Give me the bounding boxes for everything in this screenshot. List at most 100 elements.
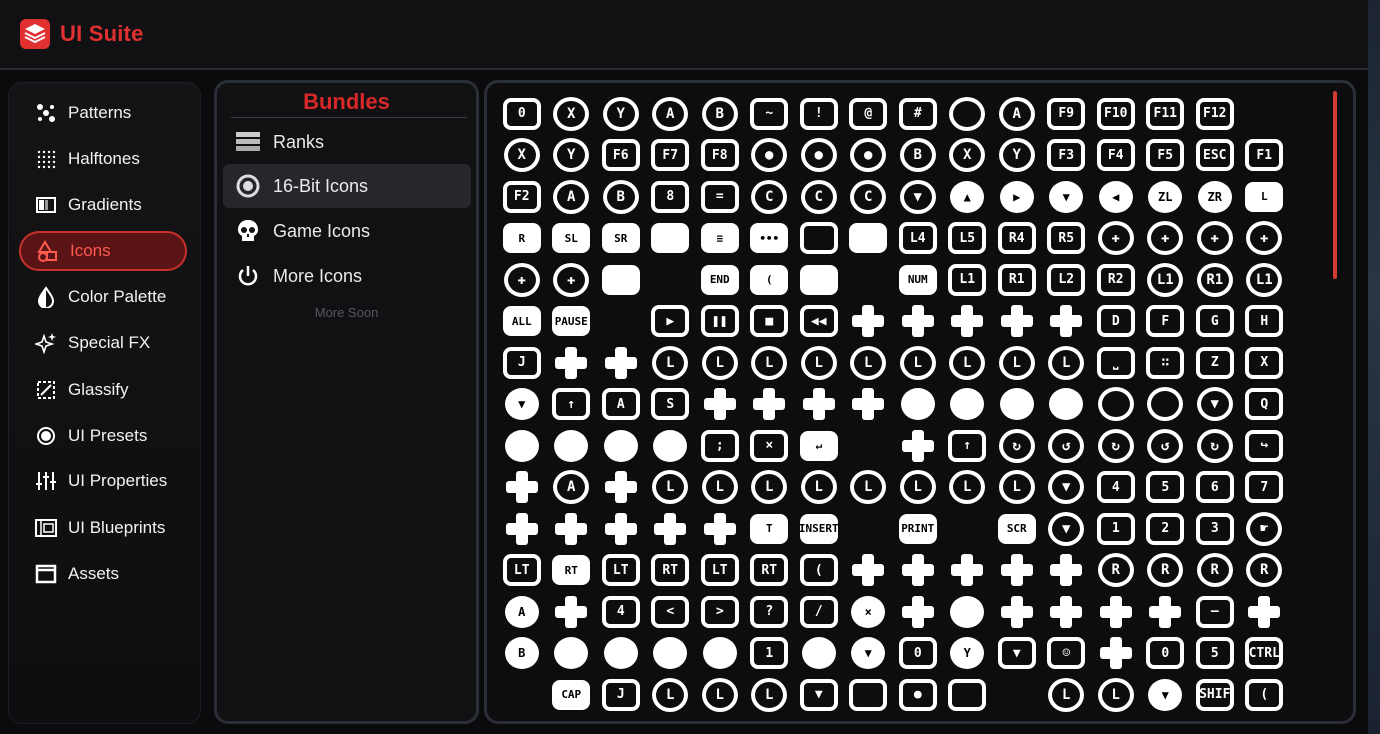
pixel-icon-tile[interactable]: S xyxy=(646,384,696,426)
pixel-icon-tile[interactable]: ☺ xyxy=(1042,633,1092,675)
pixel-icon-tile[interactable]: L xyxy=(646,674,696,716)
pixel-icon-tile[interactable]: L xyxy=(794,342,844,384)
pixel-icon-tile[interactable]: ✚ xyxy=(497,259,547,301)
pixel-icon-tile[interactable]: F11 xyxy=(1141,93,1191,135)
pixel-icon-tile[interactable] xyxy=(1091,633,1141,675)
pixel-icon-tile[interactable]: × xyxy=(745,425,795,467)
pixel-icon-tile[interactable]: ZR xyxy=(1190,176,1240,218)
pixel-icon-tile[interactable]: ↻ xyxy=(1190,425,1240,467)
sidebar-item-ui-presets[interactable]: UI Presets xyxy=(19,416,187,456)
pixel-icon-tile[interactable] xyxy=(844,218,894,260)
pixel-icon-tile[interactable]: L xyxy=(745,342,795,384)
pixel-icon-tile[interactable]: ? xyxy=(745,591,795,633)
pixel-icon-tile[interactable] xyxy=(695,508,745,550)
pixel-icon-tile[interactable]: ▼ xyxy=(1141,674,1191,716)
pixel-icon-tile[interactable]: ↺ xyxy=(1042,425,1092,467)
pixel-icon-tile[interactable] xyxy=(596,259,646,301)
pixel-icon-tile[interactable]: 1 xyxy=(1091,508,1141,550)
sidebar-item-patterns[interactable]: Patterns xyxy=(19,93,187,133)
pixel-icon-tile[interactable]: R xyxy=(1240,550,1290,592)
pixel-icon-tile[interactable] xyxy=(646,425,696,467)
pixel-icon-tile[interactable] xyxy=(844,508,894,550)
pixel-icon-tile[interactable]: G xyxy=(1190,301,1240,343)
pixel-icon-tile[interactable] xyxy=(1091,591,1141,633)
pixel-icon-tile[interactable] xyxy=(893,591,943,633)
pixel-icon-tile[interactable]: F xyxy=(1141,301,1191,343)
pixel-icon-tile[interactable] xyxy=(497,674,547,716)
pixel-icon-tile[interactable]: ZL xyxy=(1141,176,1191,218)
pixel-icon-tile[interactable]: — xyxy=(1190,591,1240,633)
pixel-icon-tile[interactable]: Y xyxy=(992,135,1042,177)
pixel-icon-tile[interactable] xyxy=(794,259,844,301)
pixel-icon-tile[interactable]: R xyxy=(1141,550,1191,592)
pixel-icon-tile[interactable]: ✚ xyxy=(1091,218,1141,260)
pixel-icon-tile[interactable]: ~ xyxy=(745,93,795,135)
pixel-icon-tile[interactable] xyxy=(844,384,894,426)
pixel-icon-tile[interactable]: PRINT xyxy=(893,508,943,550)
pixel-icon-tile[interactable]: B xyxy=(695,93,745,135)
pixel-icon-tile[interactable]: PAUSE xyxy=(547,301,597,343)
pixel-icon-tile[interactable]: 4 xyxy=(596,591,646,633)
pixel-icon-tile[interactable]: ◀◀ xyxy=(794,301,844,343)
pixel-icon-tile[interactable]: INSERT xyxy=(794,508,844,550)
pixel-icon-tile[interactable]: Y xyxy=(547,135,597,177)
pixel-icon-tile[interactable]: ▼ xyxy=(794,674,844,716)
pixel-icon-tile[interactable]: / xyxy=(794,591,844,633)
pixel-icon-tile[interactable]: F10 xyxy=(1091,93,1141,135)
sidebar-item-ui-properties[interactable]: UI Properties xyxy=(19,461,187,501)
pixel-icon-tile[interactable]: J xyxy=(497,342,547,384)
pixel-icon-tile[interactable]: LT xyxy=(596,550,646,592)
pixel-icon-tile[interactable] xyxy=(893,384,943,426)
pixel-icon-tile[interactable]: ● xyxy=(893,674,943,716)
pixel-icon-tile[interactable]: L xyxy=(893,342,943,384)
pixel-icon-tile[interactable]: B xyxy=(497,633,547,675)
pixel-icon-tile[interactable] xyxy=(1240,591,1290,633)
pixel-icon-tile[interactable]: L xyxy=(794,467,844,509)
pixel-icon-tile[interactable] xyxy=(794,384,844,426)
pixel-icon-tile[interactable]: LT xyxy=(497,550,547,592)
pixel-icon-tile[interactable]: ✚ xyxy=(1190,218,1240,260)
pixel-icon-tile[interactable]: F12 xyxy=(1190,93,1240,135)
pixel-icon-tile[interactable] xyxy=(844,301,894,343)
pixel-icon-tile[interactable] xyxy=(547,591,597,633)
pixel-icon-tile[interactable]: ▼ xyxy=(893,176,943,218)
pixel-icon-tile[interactable] xyxy=(992,301,1042,343)
pixel-icon-tile[interactable]: ↑ xyxy=(547,384,597,426)
pixel-icon-tile[interactable]: ( xyxy=(794,550,844,592)
pixel-icon-tile[interactable]: R xyxy=(1091,550,1141,592)
pixel-icon-tile[interactable]: 7 xyxy=(1240,467,1290,509)
pixel-icon-tile[interactable]: ❚❚ xyxy=(695,301,745,343)
pixel-icon-tile[interactable] xyxy=(745,384,795,426)
pixel-icon-tile[interactable]: L xyxy=(992,467,1042,509)
pixel-icon-tile[interactable]: CTRL xyxy=(1240,633,1290,675)
pixel-icon-tile[interactable]: 2 xyxy=(1141,508,1191,550)
pixel-icon-tile[interactable] xyxy=(943,508,993,550)
pixel-icon-tile[interactable]: ▼ xyxy=(992,633,1042,675)
bundle-item-more-icons[interactable]: More Icons xyxy=(223,254,471,298)
sidebar-item-color-palette[interactable]: Color Palette xyxy=(19,277,187,317)
bundle-item-game-icons[interactable]: Game Icons xyxy=(223,209,471,253)
pixel-icon-tile[interactable] xyxy=(497,467,547,509)
pixel-icon-tile[interactable]: R xyxy=(1190,550,1240,592)
pixel-icon-tile[interactable] xyxy=(646,259,696,301)
pixel-icon-tile[interactable]: 0 xyxy=(497,93,547,135)
pixel-icon-tile[interactable]: X xyxy=(1240,342,1290,384)
pixel-icon-tile[interactable]: ▶ xyxy=(646,301,696,343)
pixel-icon-tile[interactable]: ▼ xyxy=(1042,176,1092,218)
pixel-icon-tile[interactable]: A xyxy=(646,93,696,135)
pixel-icon-tile[interactable]: ↺ xyxy=(1141,425,1191,467)
pixel-icon-tile[interactable]: # xyxy=(893,93,943,135)
pixel-icon-tile[interactable]: RT xyxy=(745,550,795,592)
pixel-icon-tile[interactable]: ■ xyxy=(745,301,795,343)
sidebar-item-assets[interactable]: Assets xyxy=(19,554,187,594)
pixel-icon-tile[interactable]: F7 xyxy=(646,135,696,177)
pixel-icon-tile[interactable]: L xyxy=(695,342,745,384)
pixel-icon-tile[interactable] xyxy=(992,674,1042,716)
pixel-icon-tile[interactable]: C xyxy=(794,176,844,218)
pixel-icon-tile[interactable]: ∷ xyxy=(1141,342,1191,384)
pixel-icon-tile[interactable]: L xyxy=(745,674,795,716)
pixel-icon-tile[interactable] xyxy=(943,93,993,135)
pixel-icon-tile[interactable]: Z xyxy=(1190,342,1240,384)
pixel-icon-tile[interactable] xyxy=(943,550,993,592)
pixel-icon-tile[interactable]: ↵ xyxy=(794,425,844,467)
